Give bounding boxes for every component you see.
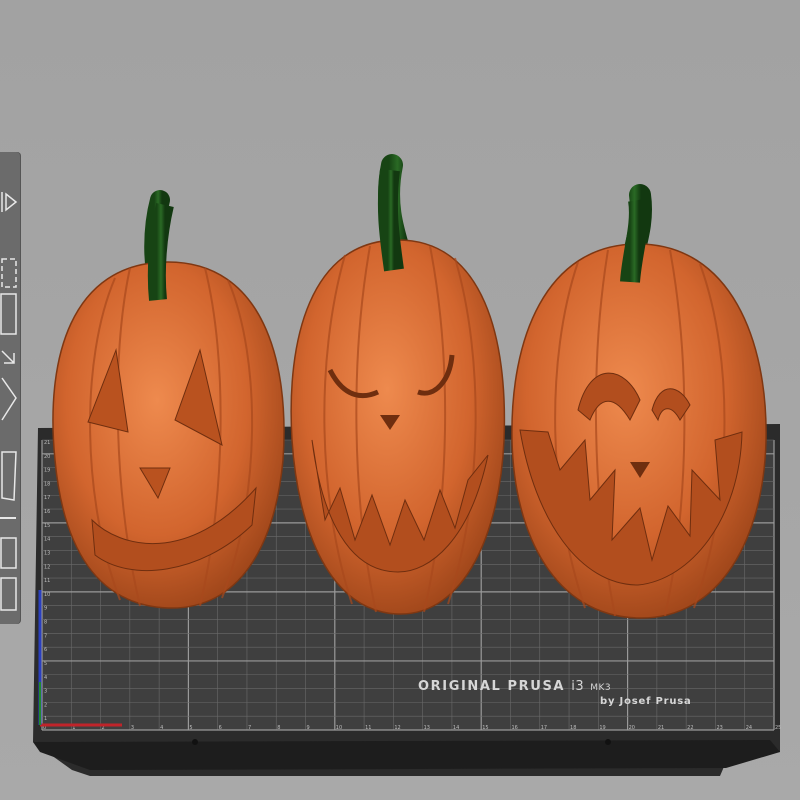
left-toolbar bbox=[0, 152, 21, 624]
rotate-icon[interactable] bbox=[0, 292, 19, 336]
cut-icon[interactable] bbox=[0, 374, 19, 426]
y-tick-label: 8 bbox=[44, 620, 47, 626]
x-tick-label: 5 bbox=[189, 725, 192, 731]
x-tick-label: 3 bbox=[131, 725, 134, 731]
x-tick-label: 20 bbox=[629, 725, 635, 731]
y-tick-label: 9 bbox=[44, 606, 47, 612]
x-tick-label: 17 bbox=[541, 725, 547, 731]
x-tick-label: 15 bbox=[482, 725, 488, 731]
move-icon[interactable] bbox=[0, 188, 19, 216]
x-tick-label: 24 bbox=[746, 725, 752, 731]
y-tick-label: 16 bbox=[44, 509, 50, 515]
x-tick-label: 7 bbox=[248, 725, 251, 731]
y-tick-label: 15 bbox=[44, 523, 50, 529]
x-tick-label: 14 bbox=[453, 725, 459, 731]
paint-supports-icon[interactable] bbox=[0, 448, 19, 504]
x-tick-label: 12 bbox=[394, 725, 400, 731]
y-tick-label: 13 bbox=[44, 550, 50, 556]
y-tick-label: 11 bbox=[44, 578, 50, 584]
x-tick-label: 16 bbox=[511, 725, 517, 731]
y-tick-label: 18 bbox=[44, 481, 50, 487]
bed-brand: ORIGINAL PRUSA bbox=[418, 679, 566, 694]
y-tick-label: 2 bbox=[44, 702, 47, 708]
y-tick-label: 5 bbox=[44, 661, 47, 667]
x-tick-label: 19 bbox=[599, 725, 605, 731]
x-tick-label: 11 bbox=[365, 725, 371, 731]
y-tick-label: 10 bbox=[44, 592, 50, 598]
place-on-face-icon[interactable] bbox=[0, 348, 19, 366]
pumpkin-3[interactable] bbox=[511, 184, 767, 619]
x-tick-label: 6 bbox=[219, 725, 222, 731]
x-tick-label: 18 bbox=[570, 725, 576, 731]
x-tick-label: 10 bbox=[336, 725, 342, 731]
variable-layer-height-icon[interactable] bbox=[0, 534, 19, 614]
bed-brand-label: ORIGINAL PRUSA i3 MK3 bbox=[418, 679, 611, 694]
x-tick-label: 21 bbox=[658, 725, 664, 731]
scale-icon[interactable] bbox=[0, 256, 19, 290]
bed-model-suffix: MK3 bbox=[590, 683, 612, 693]
x-tick-label: 13 bbox=[424, 725, 430, 731]
seam-icon[interactable] bbox=[0, 512, 19, 524]
pumpkin-1[interactable] bbox=[52, 190, 285, 609]
x-tick-label: 9 bbox=[307, 725, 310, 731]
y-tick-label: 12 bbox=[44, 564, 50, 570]
x-tick-label: 25 bbox=[775, 725, 781, 731]
y-tick-label: 6 bbox=[44, 647, 47, 653]
y-tick-label: 17 bbox=[44, 495, 50, 501]
y-tick-label: 21 bbox=[44, 440, 50, 446]
x-tick-label: 23 bbox=[716, 725, 722, 731]
pumpkin-2[interactable] bbox=[290, 154, 506, 615]
y-tick-label: 1 bbox=[44, 716, 47, 722]
y-tick-label: 14 bbox=[44, 537, 50, 543]
y-tick-label: 4 bbox=[44, 675, 47, 681]
y-tick-label: 3 bbox=[44, 689, 47, 695]
bed-model: i3 bbox=[571, 679, 585, 694]
y-tick-label: 19 bbox=[44, 468, 50, 474]
bed-maker-label: by Josef Prusa bbox=[600, 696, 692, 707]
y-tick-label: 20 bbox=[44, 454, 50, 460]
x-tick-label: 22 bbox=[687, 725, 693, 731]
3d-viewport[interactable]: 0 1 2 3 4 5 6 7 8 9 10 11 12 13 14 15 16 17 18 19 20 21 22 23 24… bbox=[0, 0, 800, 800]
x-tick-label: 4 bbox=[160, 725, 163, 731]
x-tick-label: 8 bbox=[277, 725, 280, 731]
y-tick-label: 7 bbox=[44, 633, 47, 639]
